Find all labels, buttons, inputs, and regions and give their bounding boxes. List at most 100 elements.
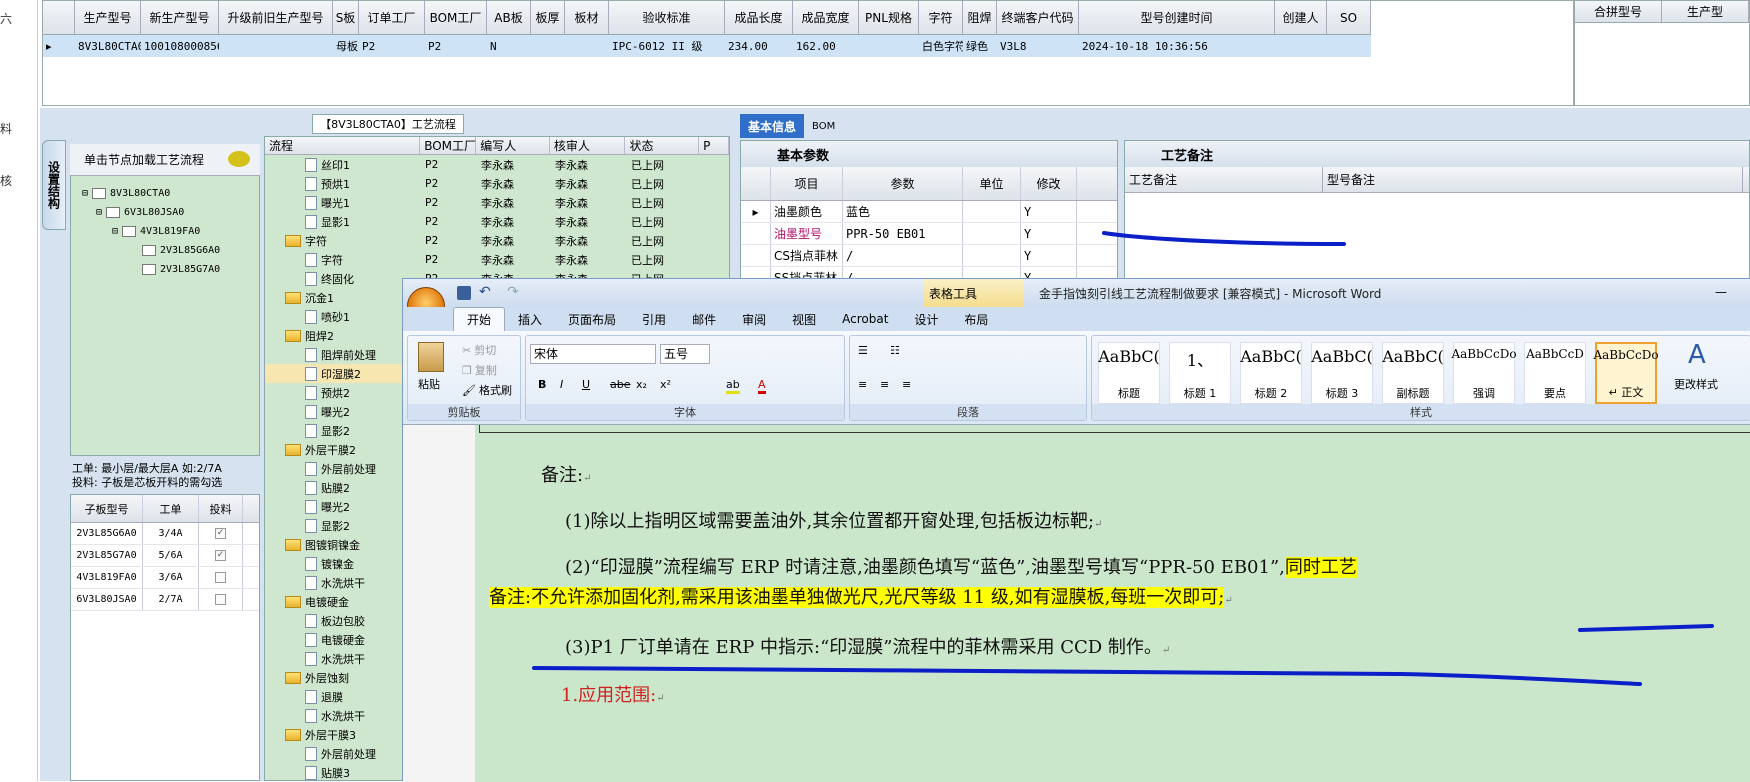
col-header[interactable]: 编写人 xyxy=(476,137,550,154)
col-header[interactable]: 修改 xyxy=(1021,167,1077,200)
tab-layout[interactable]: 页面布局 xyxy=(555,307,629,331)
tree-node[interactable]: ⊟ 4V3L819FA0 xyxy=(112,226,200,237)
col-header[interactable]: 型号备注 xyxy=(1323,167,1743,192)
col-header[interactable]: BOM工厂 xyxy=(420,137,477,154)
table-cell[interactable]: 8V3L80CTA0 xyxy=(75,35,141,57)
copy-button[interactable]: ❐ 复制 xyxy=(462,362,497,378)
process-row[interactable]: 丝印1 P2 李永森 李永森 已上网 xyxy=(265,155,729,174)
tab-design[interactable]: 设计 xyxy=(901,307,951,331)
table-cell[interactable] xyxy=(963,245,1021,266)
col-header[interactable]: 新生产型号 xyxy=(141,1,219,34)
col-header[interactable]: 型号创建时间 xyxy=(1079,1,1275,34)
row-selector[interactable]: ▸ xyxy=(43,35,75,57)
col-header[interactable]: 投料 xyxy=(199,495,243,522)
col-header[interactable]: BOM工厂 xyxy=(425,1,487,34)
row-selector[interactable] xyxy=(741,223,771,244)
table-cell[interactable]: 234.00 xyxy=(725,35,793,57)
document-area[interactable]: 备注:↵ (1)除以上指明区域需要盖油外,其余位置都开窗处理,包括板边标靶;↵ … xyxy=(403,425,1750,782)
table-row[interactable]: 2V3L85G6A0 3/4A ✓ xyxy=(71,523,259,545)
col-header[interactable]: 核审人 xyxy=(550,137,626,154)
tab-review[interactable]: 审阅 xyxy=(729,307,779,331)
col-header[interactable]: 项目 xyxy=(771,167,843,200)
tree-node[interactable]: 2V3L85G6A0 xyxy=(142,245,220,256)
col-header[interactable]: 订单工厂 xyxy=(359,1,425,34)
table-row[interactable]: 2V3L85G7A0 5/6A ✓ xyxy=(71,545,259,567)
subscript-button[interactable]: x₂ xyxy=(636,378,647,391)
col-header[interactable]: 工单 xyxy=(143,495,199,522)
tab-process-remarks[interactable]: 工艺备注 xyxy=(1125,141,1749,167)
table-row[interactable]: 6V3L80JSA0 2/7A xyxy=(71,589,259,611)
strikethrough-button[interactable]: abe xyxy=(610,378,631,391)
style-preset[interactable]: AaBbCcDo 强调 xyxy=(1451,342,1517,404)
style-preset[interactable]: AaBbC(副标题 xyxy=(1382,342,1444,404)
checkbox[interactable] xyxy=(215,572,226,583)
sub-board-grid[interactable]: 子板型号 工单 投料 2V3L85G6A0 3/4A ✓ 2V3L85G7A0 5/6A… xyxy=(70,494,260,781)
table-cell[interactable] xyxy=(565,35,609,57)
col-header[interactable]: 生产型 xyxy=(1662,1,1749,22)
col-header[interactable]: 合拼型号 xyxy=(1575,1,1662,22)
vertical-tab-structure[interactable]: 设置结构 xyxy=(42,140,66,230)
col-header[interactable]: 字符 xyxy=(919,1,963,34)
table-cell[interactable]: 绿色 xyxy=(963,35,997,57)
col-header[interactable]: P xyxy=(699,137,729,154)
col-header[interactable]: 工艺备注 xyxy=(1125,167,1323,192)
col-header[interactable]: 成品宽度 xyxy=(793,1,859,34)
tab-home[interactable]: 开始 xyxy=(453,307,506,331)
tab-view[interactable]: 视图 xyxy=(779,307,829,331)
table-cell[interactable] xyxy=(531,35,565,57)
tab-references[interactable]: 引用 xyxy=(629,307,679,331)
table-cell[interactable]: 162.00 xyxy=(793,35,859,57)
table-cell[interactable] xyxy=(859,35,919,57)
document-page[interactable]: 备注:↵ (1)除以上指明区域需要盖油外,其余位置都开窗处理,包括板边标靶;↵ … xyxy=(475,425,1750,782)
numbered-list-icon[interactable]: ☷ xyxy=(890,344,900,357)
table-cell[interactable]: N xyxy=(487,35,531,57)
tab-bom[interactable]: BOM xyxy=(804,114,843,138)
checkbox-cell[interactable]: ✓ xyxy=(199,523,243,544)
align-center-icon[interactable]: ≡ xyxy=(880,378,889,391)
tab-acrobat[interactable]: Acrobat xyxy=(829,307,901,331)
tree-node[interactable]: 2V3L85G7A0 xyxy=(142,264,220,275)
checkbox-cell[interactable] xyxy=(199,567,243,588)
checkbox[interactable]: ✓ xyxy=(215,528,226,539)
col-header[interactable]: 板厚 xyxy=(531,1,565,34)
style-preset[interactable]: 1、 标题 1 xyxy=(1169,342,1231,404)
undo-icon[interactable]: ↶ xyxy=(479,284,491,300)
table-cell[interactable]: 蓝色 xyxy=(843,201,963,222)
table-cell[interactable] xyxy=(963,201,1021,222)
table-cell[interactable]: 2024-10-18 10:36:56 xyxy=(1079,35,1275,57)
redo-icon[interactable]: ↷ xyxy=(507,284,519,300)
change-styles-button[interactable]: 更改样式 xyxy=(1674,376,1718,392)
tab-mailings[interactable]: 邮件 xyxy=(679,307,729,331)
process-row[interactable]: 字符 P2 李永森 李永森 已上网 xyxy=(265,231,729,250)
checkbox[interactable]: ✓ xyxy=(215,550,226,561)
checkbox[interactable] xyxy=(215,594,226,605)
superscript-button[interactable]: x² xyxy=(660,378,671,391)
col-header[interactable]: 验收标准 xyxy=(609,1,725,34)
tree-node[interactable]: ⊟ 6V3L80JSA0 xyxy=(96,207,184,218)
col-header[interactable]: 阻焊 xyxy=(963,1,997,34)
checkbox-cell[interactable]: ✓ xyxy=(199,545,243,566)
table-cell[interactable] xyxy=(1275,35,1327,57)
font-color-icon[interactable]: A xyxy=(758,378,766,394)
style-preset[interactable]: AaBbC(标题 xyxy=(1098,342,1160,404)
format-painter-button[interactable]: 🖌 格式刷 xyxy=(462,382,512,398)
table-cell[interactable]: 10010800085665 xyxy=(141,35,219,57)
col-header[interactable]: 单位 xyxy=(963,167,1021,200)
col-header[interactable]: 流程 xyxy=(265,137,421,154)
table-cell[interactable]: V3L8 xyxy=(997,35,1079,57)
col-header[interactable]: 板材 xyxy=(565,1,609,34)
table-cell[interactable]: IPC-6012 II 级 xyxy=(609,35,725,57)
col-header[interactable]: AB板 xyxy=(487,1,531,34)
table-cell[interactable]: 白色字符 xyxy=(919,35,963,57)
tab-basic-info[interactable]: 基本信息 xyxy=(740,114,805,138)
bold-button[interactable]: B xyxy=(538,378,546,391)
style-preset[interactable]: AaBbC(标题 3 xyxy=(1311,342,1373,404)
table-cell[interactable]: 母板 xyxy=(333,35,359,57)
italic-button[interactable]: I xyxy=(560,378,563,391)
merge-model-grid[interactable]: 合拼型号 生产型 xyxy=(1574,0,1750,106)
process-row[interactable]: 字符 P2 李永森 李永森 已上网 xyxy=(265,250,729,269)
align-left-icon[interactable]: ≡ xyxy=(858,378,867,391)
table-cell[interactable]: P2 xyxy=(359,35,425,57)
highlight-icon[interactable]: ab xyxy=(726,378,740,394)
font-name-select[interactable]: 宋体 xyxy=(530,344,656,364)
